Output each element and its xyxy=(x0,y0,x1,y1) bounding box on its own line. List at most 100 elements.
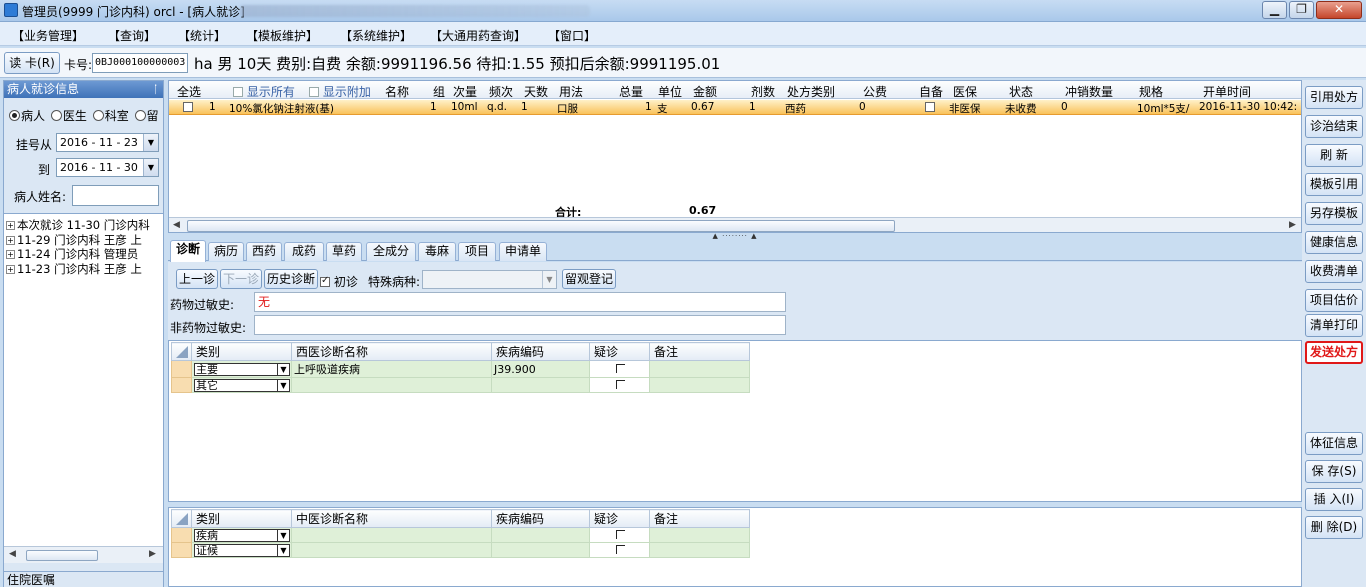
radio-department[interactable]: 科室 xyxy=(92,107,129,124)
tab-full-component[interactable]: 全成分 xyxy=(366,242,416,261)
tab-patent-medicine[interactable]: 成药 xyxy=(284,242,324,261)
tree-item[interactable]: +11-23 门诊内科 王彦 上 xyxy=(4,262,163,277)
tab-request-form[interactable]: 申请单 xyxy=(499,242,547,261)
tab-narcotics[interactable]: 毒麻 xyxy=(418,242,456,261)
type-select[interactable]: 主要 ▼ xyxy=(194,362,290,376)
send-prescription-button[interactable]: 发送处方 xyxy=(1305,341,1363,364)
table-row[interactable]: 证候 ▼ xyxy=(171,542,750,558)
menu-query[interactable]: 【查询】 xyxy=(108,27,156,44)
radio-doctor[interactable]: 医生 xyxy=(50,107,87,124)
tab-herbal[interactable]: 草药 xyxy=(326,242,362,261)
cell-type[interactable]: 主要 ▼ xyxy=(191,360,292,378)
checkbox-icon[interactable] xyxy=(616,544,625,554)
cell-remark[interactable] xyxy=(649,527,750,543)
first-visit-toggle[interactable]: 初诊 xyxy=(320,273,358,290)
type-select[interactable]: 其它 ▼ xyxy=(194,378,290,392)
item-estimate-button[interactable]: 项目估价 xyxy=(1305,289,1363,312)
cell-suspected[interactable] xyxy=(589,377,650,393)
cite-prescription-button[interactable]: 引用处方 xyxy=(1305,86,1363,109)
table-row[interactable]: 主要 ▼ 上呼吸道疾病 J39.900 xyxy=(171,360,750,378)
chevron-down-icon[interactable]: ▼ xyxy=(277,544,289,556)
cell-diagnosis-name[interactable] xyxy=(291,542,492,558)
cell-type[interactable]: 证候 ▼ xyxy=(191,542,292,558)
chevron-down-icon[interactable]: ▼ xyxy=(542,271,556,288)
insert-button[interactable]: 插 入(I) xyxy=(1305,488,1363,511)
end-consultation-button[interactable]: 诊治结束 xyxy=(1305,115,1363,138)
checkbox-icon[interactable] xyxy=(925,102,935,112)
cell-disease-code[interactable] xyxy=(491,377,590,393)
tab-items[interactable]: 项目 xyxy=(458,242,496,261)
inpatient-orders-label[interactable]: 住院医嘱 xyxy=(4,571,163,587)
drug-allergy-input[interactable]: 无 xyxy=(254,292,786,312)
scroll-right-icon[interactable]: ▶ xyxy=(1289,220,1296,230)
tab-diagnosis[interactable]: 诊断 xyxy=(170,240,206,262)
minimize-button[interactable]: ▁ xyxy=(1262,1,1287,19)
menu-window[interactable]: 【窗口】 xyxy=(548,27,596,44)
chevron-down-icon[interactable]: ▼ xyxy=(277,379,289,391)
show-all-toggle[interactable]: 显示所有 xyxy=(233,83,295,100)
expand-icon[interactable]: + xyxy=(6,221,15,230)
col-select-all[interactable]: 全选 xyxy=(177,83,201,100)
tree-scrollbar[interactable]: ◀ ▶ xyxy=(4,546,163,563)
scroll-right-icon[interactable]: ▶ xyxy=(149,549,156,559)
checkbox-checked-icon[interactable] xyxy=(320,275,330,287)
chevron-down-icon[interactable]: ▼ xyxy=(277,529,289,541)
cell-diagnosis-name[interactable] xyxy=(291,527,492,543)
refresh-button[interactable]: 刷 新 xyxy=(1305,144,1363,167)
menu-drug-query[interactable]: 【大通用药查询】 xyxy=(430,27,526,44)
cell-self-prep[interactable] xyxy=(925,102,935,114)
reg-from-date[interactable]: 2016 - 11 - 23 ▼ xyxy=(56,133,159,152)
prescription-scrollbar[interactable]: ◀ ▶ xyxy=(169,217,1301,232)
nondrug-allergy-input[interactable] xyxy=(254,315,786,335)
cell-diagnosis-name[interactable] xyxy=(291,377,492,393)
cell-disease-code[interactable] xyxy=(491,527,590,543)
print-list-button[interactable]: 清单打印 xyxy=(1305,314,1363,337)
charge-list-button[interactable]: 收费清单 xyxy=(1305,260,1363,283)
prescription-row[interactable]: 1 10%氯化钠注射液(基) 1 10ml q.d. 1 口服 1 支 0.67… xyxy=(169,100,1301,115)
checkbox-icon[interactable] xyxy=(233,87,243,97)
tab-western-medicine[interactable]: 西药 xyxy=(246,242,282,261)
cell-suspected[interactable] xyxy=(589,542,650,558)
read-card-button[interactable]: 读 卡(R) xyxy=(4,52,60,74)
expand-icon[interactable]: + xyxy=(6,235,15,245)
expand-icon[interactable]: + xyxy=(6,264,15,274)
row-checkbox[interactable] xyxy=(183,102,193,114)
chevron-down-icon[interactable]: ▼ xyxy=(277,363,289,375)
delete-button[interactable]: 删 除(D) xyxy=(1305,516,1363,539)
cell-type[interactable]: 其它 ▼ xyxy=(191,377,292,393)
menu-business[interactable]: 【业务管理】 xyxy=(12,27,84,44)
checkbox-icon[interactable] xyxy=(616,379,625,389)
cell-remark[interactable] xyxy=(649,360,750,378)
tree-item[interactable]: +11-24 门诊内科 管理员 xyxy=(4,247,163,262)
observation-register-button[interactable]: 留观登记 xyxy=(562,269,616,289)
checkbox-icon[interactable] xyxy=(309,87,319,97)
splitter-handle[interactable]: ▲ ········ ▲ xyxy=(700,233,770,240)
save-button[interactable]: 保 存(S) xyxy=(1305,460,1363,483)
cell-suspected[interactable] xyxy=(589,527,650,543)
prev-visit-button[interactable]: 上一诊 xyxy=(176,269,218,289)
expand-icon[interactable]: + xyxy=(6,250,15,259)
scroll-thumb[interactable] xyxy=(26,550,98,561)
pin-icon[interactable]: ᛙ xyxy=(152,81,159,98)
apply-template-button[interactable]: 模板引用 xyxy=(1305,173,1363,196)
history-diagnosis-button[interactable]: 历史诊断 xyxy=(264,269,318,289)
menu-stats[interactable]: 【统计】 xyxy=(178,27,226,44)
type-select[interactable]: 证候 ▼ xyxy=(194,543,290,557)
menu-system[interactable]: 【系统维护】 xyxy=(340,27,412,44)
patient-name-input[interactable] xyxy=(72,185,159,206)
card-number-input[interactable]: 0BJ000100000003 xyxy=(92,53,188,73)
chevron-down-icon[interactable]: ▼ xyxy=(143,159,158,176)
cell-disease-code[interactable]: J39.900 xyxy=(491,360,590,378)
checkbox-icon[interactable] xyxy=(616,529,625,539)
next-visit-button[interactable]: 下一诊 xyxy=(220,269,262,289)
tree-item[interactable]: +11-29 门诊内科 王彦 上 xyxy=(4,233,163,248)
chevron-down-icon[interactable]: ▼ xyxy=(143,134,158,151)
type-select[interactable]: 疾病 ▼ xyxy=(194,528,290,542)
table-row[interactable]: 疾病 ▼ xyxy=(171,527,750,543)
menu-template[interactable]: 【模板维护】 xyxy=(246,27,318,44)
scroll-left-icon[interactable]: ◀ xyxy=(9,549,16,559)
cell-remark[interactable] xyxy=(649,542,750,558)
table-row[interactable]: 其它 ▼ xyxy=(171,377,750,393)
radio-observation[interactable]: 留 xyxy=(134,107,159,124)
close-button[interactable]: ✕ xyxy=(1316,1,1362,19)
